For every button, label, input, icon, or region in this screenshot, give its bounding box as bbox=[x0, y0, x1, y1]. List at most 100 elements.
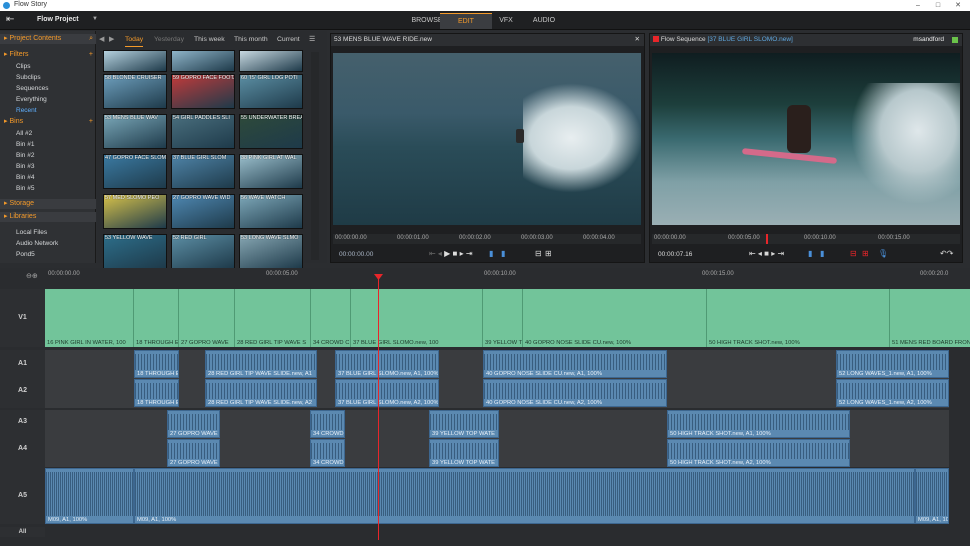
tab-audio[interactable]: AUDIO bbox=[518, 13, 570, 29]
browser-scrollbar[interactable] bbox=[311, 52, 319, 260]
audio-clip[interactable]: 52 LONG WAVES_1.new, A2, 100% bbox=[836, 379, 949, 407]
insert-icon[interactable]: ⊟ bbox=[535, 249, 542, 258]
clip-thumbnail[interactable]: 47 GOPRO FACE SLOM bbox=[103, 154, 167, 189]
track-label-a2[interactable]: A2 bbox=[0, 387, 45, 394]
audio-clip[interactable]: 39 YELLOW TOP WATE bbox=[429, 439, 499, 467]
filter-sequences[interactable]: Sequences bbox=[16, 85, 49, 92]
track-label-a1-a2[interactable]: A1 A2 bbox=[0, 350, 45, 408]
add-bin-icon[interactable]: + bbox=[89, 117, 93, 127]
lock-icon[interactable] bbox=[952, 37, 958, 43]
bin-1[interactable]: Bin #1 bbox=[16, 141, 34, 148]
video-clip[interactable]: 28 RED GIRL TIP WAVE S bbox=[235, 289, 311, 347]
close-window-button[interactable]: ✕ bbox=[948, 0, 968, 11]
audio-clip[interactable]: 39 YELLOW TOP WATE bbox=[429, 410, 499, 438]
maximize-button[interactable]: □ bbox=[928, 0, 948, 11]
clip-thumbnail[interactable]: 56 WAVE WATCH bbox=[239, 194, 303, 229]
clip-thumbnail[interactable]: 37 BLUE GIRL SLOM bbox=[171, 154, 235, 189]
video-clip[interactable]: 51 MENS RED BOARD FRONT.ne bbox=[890, 289, 970, 347]
track-v1[interactable]: 16 PINK GIRL IN WATER, 100 18 THROUGH E 27… bbox=[45, 289, 970, 347]
audio-clip[interactable]: 34 CROWD bbox=[310, 410, 345, 438]
bin-4[interactable]: Bin #4 bbox=[16, 174, 34, 181]
audio-clip[interactable]: 40 GOPRO NOSE SLIDE CU.new, A1, 100% bbox=[483, 350, 667, 378]
clip-thumbnail[interactable]: 54 GIRL PADDLES SLI bbox=[171, 114, 235, 149]
clip-thumbnail[interactable]: 58 BLONDE CRUISER bbox=[103, 74, 167, 109]
audio-clip[interactable]: 28 RED GIRL TIP WAVE SLIDE.new, A1 bbox=[205, 350, 317, 378]
audio-clip[interactable]: 27 GOPRO WAVE bbox=[167, 439, 220, 467]
overwrite-icon[interactable]: ⊞ bbox=[545, 249, 552, 258]
timeline-playhead[interactable] bbox=[378, 275, 379, 540]
video-clip[interactable]: 34 CROWD C bbox=[311, 289, 351, 347]
mark-out-icon[interactable]: ▮ bbox=[820, 249, 824, 258]
track-label-a3[interactable]: A3 bbox=[0, 418, 45, 425]
tab-today[interactable]: Today bbox=[125, 33, 144, 47]
audio-clip[interactable]: 52 LONG WAVES_1.new, A1, 100% bbox=[836, 350, 949, 378]
extract-icon[interactable]: ⊞ bbox=[862, 249, 869, 258]
track-label-a1[interactable]: A1 bbox=[0, 360, 45, 367]
track-label-v1[interactable]: V1 bbox=[0, 289, 45, 347]
record-ruler[interactable]: 00:00:00.00 00:00:05.00 00:00:10.00 00:0… bbox=[652, 234, 960, 244]
track-label-a5[interactable]: A5 bbox=[0, 468, 45, 524]
clip-thumbnail[interactable]: 53 YELLOW WAVE bbox=[103, 234, 167, 269]
track-label-all[interactable]: All bbox=[0, 527, 45, 537]
audio-clip[interactable]: 18 THROUGH E bbox=[134, 350, 179, 378]
clip-thumbnail[interactable] bbox=[171, 50, 235, 72]
audio-clip[interactable]: 34 CROWD bbox=[310, 439, 345, 467]
clip-thumbnail[interactable]: 27 GOPRO WAVE WID bbox=[171, 194, 235, 229]
clip-thumbnail[interactable] bbox=[239, 50, 303, 72]
audio-clip[interactable]: M09, A1, 100% bbox=[915, 468, 949, 524]
filters-header[interactable]: ▸ Filters + bbox=[0, 50, 96, 60]
track-a5[interactable]: M09, A1, 100% M09, A1, 100% M09, A1, 100% bbox=[45, 468, 949, 524]
storage-header[interactable]: ▸ Storage bbox=[0, 199, 96, 209]
track-a1-a2[interactable]: 18 THROUGH E 18 THROUGH E 28 RED GIRL TIP … bbox=[45, 350, 949, 408]
filter-recent[interactable]: Recent bbox=[16, 107, 37, 114]
library-audio-network[interactable]: Audio Network bbox=[16, 240, 58, 247]
bin-3[interactable]: Bin #3 bbox=[16, 163, 34, 170]
filter-subclips[interactable]: Subclips bbox=[16, 74, 41, 81]
video-clip[interactable]: 27 GOPRO WAVE bbox=[179, 289, 235, 347]
record-timecode[interactable]: 00:00:07.16 bbox=[658, 251, 692, 258]
mark-out-icon[interactable]: ▮ bbox=[501, 249, 505, 258]
lift-icon[interactable]: ⊟ bbox=[850, 249, 857, 258]
clip-thumbnail[interactable]: 52 RED GIRL bbox=[171, 234, 235, 269]
list-view-icon[interactable]: ☰ bbox=[309, 33, 315, 47]
chevron-down-icon[interactable]: ▼ bbox=[92, 16, 98, 22]
minimize-button[interactable]: – bbox=[908, 0, 928, 11]
video-clip[interactable]: 39 YELLOW TOP W bbox=[483, 289, 523, 347]
undo-icon[interactable]: ↶↷ bbox=[940, 249, 953, 258]
audio-clip[interactable]: 50 HIGH TRACK SHOT.new, A1, 100% bbox=[667, 410, 850, 438]
bin-2[interactable]: Bin #2 bbox=[16, 152, 34, 159]
track-label-a4[interactable]: A4 bbox=[0, 445, 45, 452]
track-a3-a4[interactable]: 27 GOPRO WAVE 27 GOPRO WAVE 34 CROWD 34 CRO… bbox=[45, 410, 949, 467]
zoom-icon[interactable]: ⊖⊕ bbox=[26, 272, 38, 280]
library-pond5[interactable]: Pond5 bbox=[16, 251, 35, 258]
clip-thumbnail[interactable]: 60 'IS' GIRL LOG POTI bbox=[239, 74, 303, 109]
audio-clip[interactable]: 28 RED GIRL TIP WAVE SLIDE.new, A2 bbox=[205, 379, 317, 407]
tab-current[interactable]: Current bbox=[277, 33, 300, 47]
record-video-frame[interactable] bbox=[652, 53, 960, 225]
tab-this-month[interactable]: This month bbox=[234, 33, 268, 47]
source-video-frame[interactable] bbox=[333, 53, 641, 225]
exit-icon[interactable]: ⇤ bbox=[6, 15, 18, 25]
video-clip[interactable]: 18 THROUGH E bbox=[134, 289, 179, 347]
source-transport-controls[interactable]: ⇤ ◂ ▶ ■ ▸ ⇥ bbox=[429, 249, 473, 258]
back-icon[interactable]: ◀ bbox=[99, 33, 104, 47]
clip-thumbnail[interactable]: 53 MENS BLUE WAV bbox=[103, 114, 167, 149]
search-icon[interactable]: ⌕ bbox=[89, 34, 93, 44]
audio-clip[interactable]: 27 GOPRO WAVE bbox=[167, 410, 220, 438]
microphone-icon[interactable]: 🎙 bbox=[878, 249, 888, 258]
forward-icon[interactable]: ▶ bbox=[109, 33, 114, 47]
filter-clips[interactable]: Clips bbox=[16, 63, 30, 70]
close-icon[interactable]: ✕ bbox=[635, 34, 640, 46]
record-transport-controls[interactable]: ⇤ ◂ ■ ▸ ⇥ bbox=[749, 249, 784, 258]
mark-in-icon[interactable]: ▮ bbox=[808, 249, 812, 258]
source-timecode[interactable]: 00:00:00.00 bbox=[339, 251, 373, 258]
filter-everything[interactable]: Everything bbox=[16, 96, 47, 103]
mark-in-icon[interactable]: ▮ bbox=[489, 249, 493, 258]
audio-clip[interactable]: 40 GOPRO NOSE SLIDE CU.new, A2, 100% bbox=[483, 379, 667, 407]
bins-header[interactable]: ▸ Bins + bbox=[0, 117, 96, 127]
add-filter-icon[interactable]: + bbox=[89, 50, 93, 60]
project-name[interactable]: Flow Project bbox=[37, 16, 79, 23]
tab-this-week[interactable]: This week bbox=[194, 33, 225, 47]
bin-all[interactable]: All #2 bbox=[16, 130, 32, 137]
clip-thumbnail[interactable]: 53 LONG WAVE SLMO bbox=[239, 234, 303, 269]
